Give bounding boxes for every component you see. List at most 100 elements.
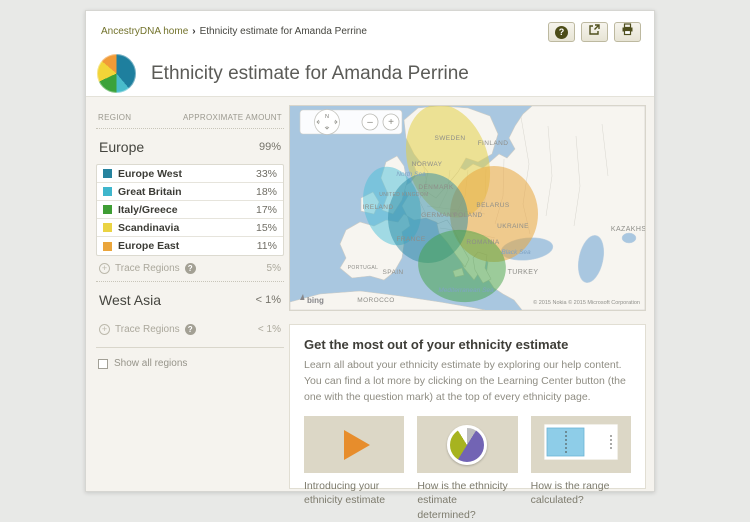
range-icon	[544, 424, 618, 465]
trace-regions-toggle-west-asia[interactable]: + Trace Regions ? < 1%	[96, 317, 284, 348]
help-card-intro-video[interactable]: Introducing your ethnicity estimate	[304, 416, 404, 522]
region-group-west-asia[interactable]: West Asia < 1%	[96, 282, 284, 317]
svg-text:North Sea: North Sea	[396, 171, 426, 178]
bing-logo[interactable]: bing	[307, 296, 324, 305]
svg-text:FINLAND: FINLAND	[478, 140, 509, 147]
subregion-label: Europe West	[118, 168, 256, 180]
question-icon: ?	[555, 26, 568, 39]
show-all-checkbox[interactable]	[98, 359, 108, 369]
subregion-row-europe-east[interactable]: Europe East 11%	[97, 237, 283, 255]
map-controls: N – +	[300, 110, 402, 135]
play-icon	[344, 430, 370, 460]
help-button[interactable]: ?	[548, 22, 575, 42]
svg-text:BELARUS: BELARUS	[476, 202, 509, 209]
subregion-amount: 33%	[256, 168, 277, 180]
color-chip	[103, 169, 112, 178]
help-heading: Get the most out of your ethnicity estim…	[304, 337, 631, 352]
svg-text:IRELAND: IRELAND	[363, 204, 394, 211]
amount-column-header: APPROXIMATE AMOUNT	[183, 113, 282, 122]
trace-regions-amount: < 1%	[258, 324, 281, 335]
page-title: Ethnicity estimate for Amanda Perrine	[151, 63, 469, 85]
ethnicity-pie-icon	[97, 54, 136, 93]
show-all-regions-toggle[interactable]: Show all regions	[96, 358, 284, 369]
svg-text:UKRAINE: UKRAINE	[497, 223, 529, 230]
svg-text:NORWAY: NORWAY	[412, 161, 443, 168]
trace-help-icon[interactable]: ?	[185, 263, 196, 274]
pie-chart-icon	[447, 425, 487, 465]
trace-regions-amount: 5%	[267, 263, 281, 274]
title-row: Ethnicity estimate for Amanda Perrine	[97, 54, 469, 93]
video-thumbnail[interactable]	[304, 416, 404, 473]
region-group-europe[interactable]: Europe 99%	[96, 129, 284, 164]
svg-text:Black Sea: Black Sea	[501, 249, 531, 256]
region-group-amount: < 1%	[256, 294, 281, 306]
svg-text:UNITED KINGDOM: UNITED KINGDOM	[379, 192, 429, 198]
trace-regions-label: Trace Regions	[115, 263, 180, 274]
trace-help-icon[interactable]: ?	[185, 324, 196, 335]
zoom-in-button[interactable]: +	[383, 114, 399, 130]
breadcrumb-current: Ethnicity estimate for Amanda Perrine	[200, 26, 367, 37]
table-header: REGION APPROXIMATE AMOUNT	[96, 107, 284, 129]
svg-text:ROMANIA: ROMANIA	[466, 239, 499, 246]
help-body: Learn all about your ethnicity estimate …	[304, 358, 631, 405]
subregion-row-italy-greece[interactable]: Italy/Greece 17%	[97, 201, 283, 219]
range-thumbnail[interactable]	[531, 416, 631, 473]
trace-regions-label: Trace Regions	[115, 324, 180, 335]
show-all-label: Show all regions	[114, 358, 187, 369]
zoom-out-button[interactable]: –	[362, 114, 378, 130]
subregion-amount: 11%	[257, 240, 277, 252]
svg-text:FRANCE: FRANCE	[396, 236, 425, 243]
subregion-amount: 15%	[256, 222, 277, 234]
subregion-label: Europe East	[118, 240, 257, 252]
color-chip	[103, 187, 112, 196]
svg-text:SWEDEN: SWEDEN	[435, 135, 466, 142]
svg-text:DENMARK: DENMARK	[418, 184, 454, 191]
subregion-list: Europe West 33% Great Britain 18% Italy/…	[96, 164, 284, 256]
region-group-name: Europe	[99, 139, 144, 155]
svg-text:POLAND: POLAND	[453, 212, 482, 219]
subregion-row-great-britain[interactable]: Great Britain 18%	[97, 183, 283, 201]
subregion-amount: 17%	[256, 204, 277, 216]
subregion-label: Scandinavia	[118, 222, 256, 234]
svg-text:GERMANY: GERMANY	[421, 212, 457, 219]
svg-text:–: –	[367, 117, 373, 128]
print-button[interactable]	[614, 22, 641, 42]
breadcrumb: AncestryDNA home›Ethnicity estimate for …	[101, 26, 367, 37]
content-area: REGION APPROXIMATE AMOUNT Europe 99% Eur…	[86, 96, 654, 491]
help-card-caption[interactable]: How is the ethnicity estimate determined…	[417, 479, 517, 522]
trace-regions-toggle-europe[interactable]: + Trace Regions ? 5%	[96, 256, 284, 282]
svg-text:+: +	[388, 117, 394, 128]
help-panel: Get the most out of your ethnicity estim…	[289, 324, 646, 489]
subregion-row-europe-west[interactable]: Europe West 33%	[97, 165, 283, 183]
svg-text:N: N	[325, 114, 329, 120]
region-group-name: West Asia	[99, 292, 161, 308]
region-column-header: REGION	[98, 113, 131, 122]
region-group-amount: 99%	[259, 141, 281, 153]
main-card: AncestryDNA home›Ethnicity estimate for …	[85, 10, 655, 492]
svg-text:PORTUGAL: PORTUGAL	[348, 265, 379, 271]
share-button[interactable]	[581, 22, 608, 42]
pie-thumbnail[interactable]	[417, 416, 517, 473]
color-chip	[103, 205, 112, 214]
color-chip	[103, 242, 112, 251]
subregion-label: Great Britain	[118, 186, 256, 198]
region-panel: REGION APPROXIMATE AMOUNT Europe 99% Eur…	[96, 107, 284, 369]
help-card-estimate-determined[interactable]: How is the ethnicity estimate determined…	[417, 416, 517, 522]
svg-text:Mediterranean Sea: Mediterranean Sea	[438, 287, 494, 294]
ethnicity-map[interactable]: NORWAY SWEDEN FINLAND DENMARK IRELAND UN…	[289, 105, 646, 311]
svg-text:KAZAKHSTAN: KAZAKHSTAN	[611, 226, 645, 233]
toolbar: ?	[548, 22, 641, 42]
help-card-caption[interactable]: Introducing your ethnicity estimate	[304, 479, 404, 507]
help-card-caption[interactable]: How is the range calculated?	[531, 479, 631, 507]
map-attribution: © 2015 Nokia © 2015 Microsoft Corporatio…	[533, 299, 640, 306]
svg-text:SPAIN: SPAIN	[382, 269, 403, 276]
color-chip	[103, 223, 112, 232]
help-card-range-calculated[interactable]: How is the range calculated?	[531, 416, 631, 522]
breadcrumb-home-link[interactable]: AncestryDNA home	[101, 26, 188, 37]
svg-text:TURKEY: TURKEY	[508, 269, 539, 276]
compass-control[interactable]: N	[315, 110, 340, 135]
subregion-row-scandinavia[interactable]: Scandinavia 15%	[97, 219, 283, 237]
help-cards: Introducing your ethnicity estimate How …	[304, 416, 631, 522]
svg-text:MOROCCO: MOROCCO	[357, 297, 394, 304]
plus-icon: +	[99, 263, 110, 274]
